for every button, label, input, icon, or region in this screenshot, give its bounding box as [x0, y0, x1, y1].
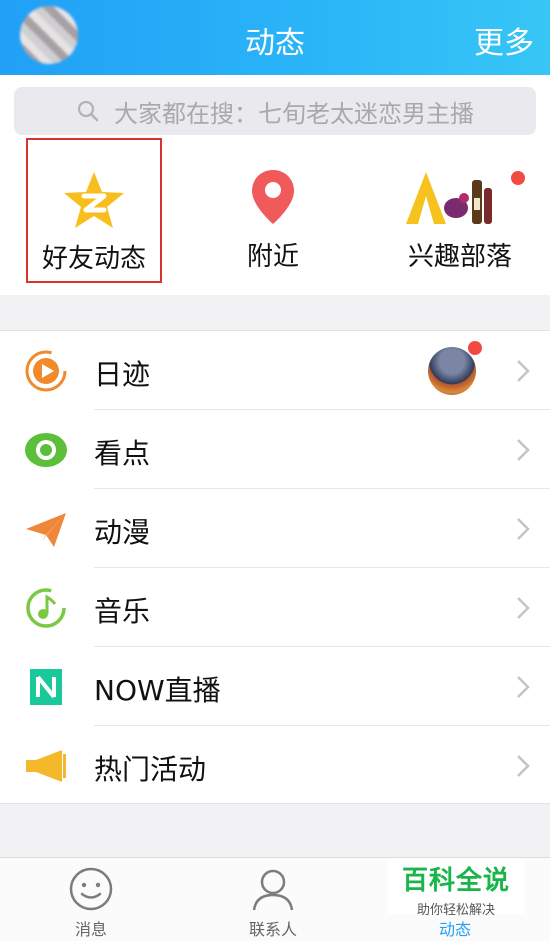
search-icon	[77, 100, 99, 122]
tab-messages[interactable]: 消息	[31, 858, 151, 941]
list-item-label: 音乐	[94, 595, 151, 628]
watermark-subtitle: 助你轻松解决	[416, 903, 495, 918]
shortcut-label: 好友动态	[41, 244, 146, 274]
tent-icon	[406, 172, 492, 224]
list-item-label: 日迹	[94, 358, 151, 391]
list-item-label: 热门活动	[94, 753, 207, 786]
watermark-logo: 百科全说 助你轻松解决	[388, 858, 524, 918]
list-item-label: NOW直播	[94, 674, 221, 707]
search-input[interactable]: 大家都在搜：七旬老太迷恋男主播	[14, 87, 536, 135]
top-panel: 大家都在搜：七旬老太迷恋男主播 好友动态 附近 兴趣部落	[0, 75, 550, 295]
shortcut-label: 附近	[246, 242, 299, 272]
shortcut-label: 兴趣部落	[407, 242, 512, 272]
megaphone-icon	[26, 750, 66, 782]
chevron-right-icon	[517, 597, 530, 619]
qzone-star-icon	[64, 172, 124, 228]
play-circle-icon	[25, 350, 67, 392]
tab-label: 联系人	[248, 920, 297, 939]
location-pin-icon	[252, 170, 294, 224]
shortcut-nearby[interactable]: 附近	[205, 138, 341, 283]
header-bar: 动态 更多	[0, 0, 550, 75]
tab-label: 动态	[438, 920, 471, 939]
list-item-music[interactable]: 音乐	[0, 568, 550, 647]
shortcut-friend-feed[interactable]: 好友动态	[26, 138, 162, 283]
eye-icon	[25, 433, 67, 467]
feature-list: 日迹 看点 动漫 音乐 NOW直播 热门活动	[0, 330, 550, 804]
chevron-right-icon	[517, 439, 530, 461]
shortcut-grid: 好友动态 附近 兴趣部落	[0, 138, 550, 288]
tab-contacts[interactable]: 联系人	[213, 858, 333, 941]
shortcut-interest-tribe[interactable]: 兴趣部落	[392, 138, 528, 283]
more-button[interactable]: 更多	[474, 18, 534, 62]
chevron-right-icon	[517, 676, 530, 698]
watermark-title: 百科全说	[401, 866, 510, 896]
page-title: 动态	[245, 26, 305, 61]
paper-plane-icon	[26, 513, 66, 547]
chevron-right-icon	[517, 755, 530, 777]
notification-badge	[468, 341, 482, 355]
story-thumbnail[interactable]	[428, 347, 476, 395]
list-item-hot-events[interactable]: 热门活动	[0, 726, 550, 805]
chevron-right-icon	[517, 518, 530, 540]
list-item-label: 动漫	[94, 516, 151, 549]
list-item-dongman[interactable]: 动漫	[0, 489, 550, 568]
list-item-now-live[interactable]: NOW直播	[0, 647, 550, 726]
search-placeholder: 大家都在搜：七旬老太迷恋男主播	[114, 99, 474, 128]
chevron-right-icon	[517, 360, 530, 382]
tab-label: 消息	[74, 920, 107, 939]
list-item-riji[interactable]: 日迹	[0, 331, 550, 410]
music-note-icon	[26, 588, 66, 628]
now-logo-icon	[30, 669, 62, 705]
smiley-icon	[69, 867, 113, 911]
list-item-label: 看点	[94, 437, 151, 470]
list-item-kandian[interactable]: 看点	[0, 410, 550, 489]
notification-badge	[511, 171, 525, 185]
person-icon	[252, 869, 294, 911]
